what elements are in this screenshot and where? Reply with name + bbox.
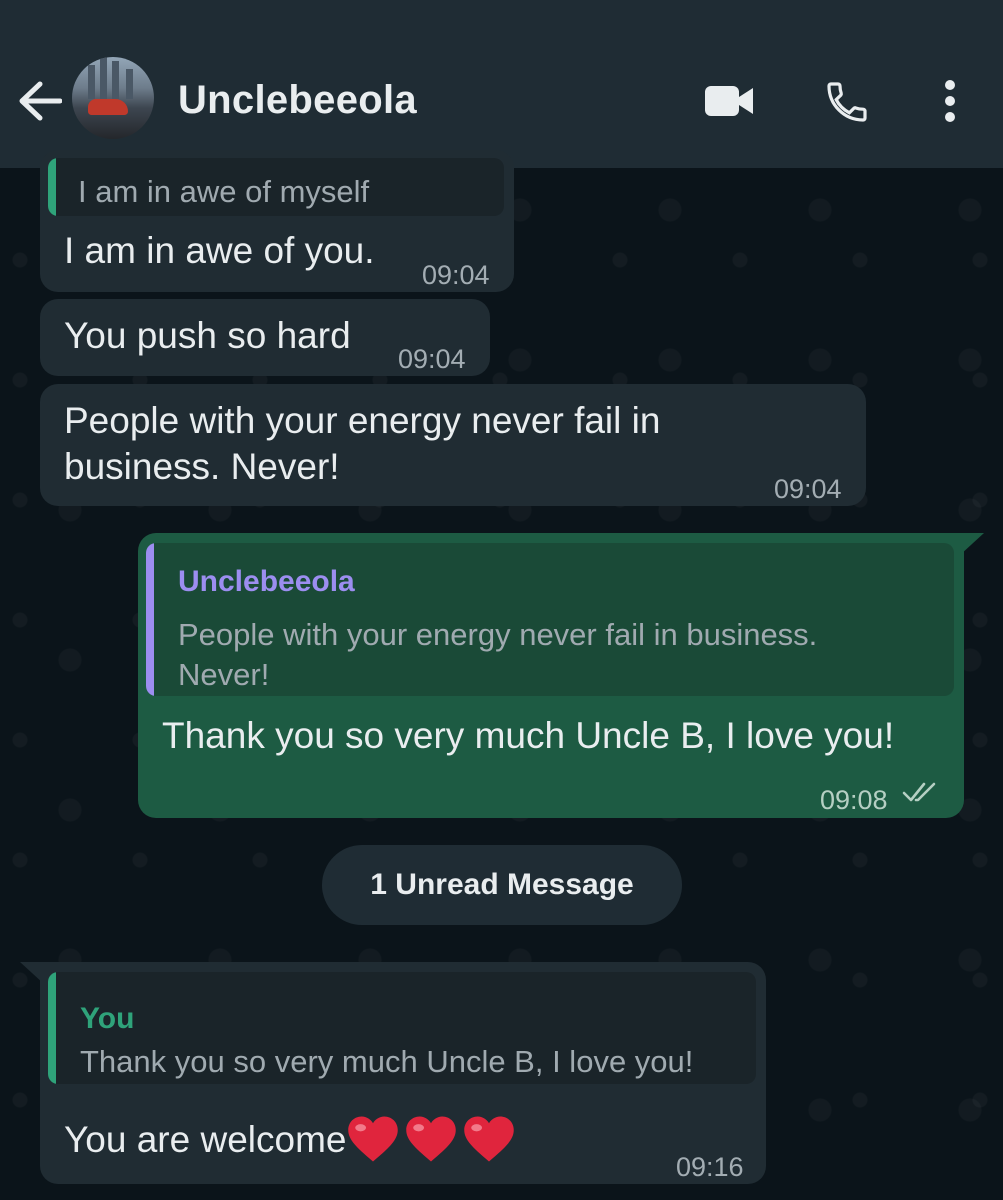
message-time: 09:16 [676, 1152, 744, 1182]
more-options-button[interactable] [934, 78, 966, 124]
message-text-line-2: business. Never! [64, 446, 340, 487]
message-text: You are welcome [64, 1110, 518, 1163]
quote-text-line-1: People with your energy never fail in bu… [178, 617, 818, 652]
message-text: Thank you so very much Uncle B, I love y… [162, 715, 895, 756]
quote-bar [48, 158, 56, 216]
message-time: 09:08 [820, 785, 888, 815]
unread-divider: 1 Unread Message [322, 845, 682, 925]
quoted-message[interactable]: Unclebeeola People with your energy neve… [146, 543, 954, 696]
quoted-message[interactable]: You Thank you so very much Uncle B, I lo… [48, 972, 756, 1084]
heart-emoji-icon [348, 1116, 399, 1162]
video-call-icon [705, 86, 753, 116]
quote-author: Unclebeeola [178, 565, 355, 598]
message-text: I am in awe of you. [64, 230, 375, 271]
contact-name[interactable]: Unclebeeola [178, 78, 417, 123]
message-text-content: You are welcome [64, 1119, 347, 1160]
voice-call-icon [827, 82, 867, 122]
quoted-message[interactable]: I am in awe of myself [48, 158, 504, 216]
bubble-tail [960, 533, 984, 555]
message-bubble-incoming[interactable]: People with your energy never fail in bu… [40, 384, 866, 506]
quote-bar [48, 972, 56, 1084]
back-arrow-icon [19, 81, 63, 121]
more-options-icon [945, 80, 955, 122]
message-bubble-incoming[interactable]: You Thank you so very much Uncle B, I lo… [20, 962, 766, 1184]
message-bubble-outgoing[interactable]: Unclebeeola People with your energy neve… [138, 533, 984, 818]
quote-text: I am in awe of myself [78, 174, 370, 209]
heart-emoji-icon [406, 1116, 457, 1162]
message-text-line-1: People with your energy never fail in [64, 400, 661, 441]
quote-bar [146, 543, 154, 696]
bubble-tail [20, 962, 44, 984]
message-time: 09:04 [774, 474, 842, 504]
avatar[interactable] [72, 57, 154, 139]
voice-call-button[interactable] [823, 78, 871, 126]
heart-emoji-group [346, 1110, 518, 1162]
back-button[interactable] [18, 80, 63, 122]
heart-emoji-icon [464, 1116, 515, 1162]
message-time: 09:04 [398, 344, 466, 374]
car-image [88, 99, 128, 115]
quote-text-line-2: Never! [178, 657, 270, 692]
video-call-button[interactable] [703, 82, 755, 120]
message-bubble-incoming[interactable]: I am in awe of myself I am in awe of you… [40, 150, 514, 292]
double-check-icon [902, 782, 936, 802]
message-text: You push so hard [64, 315, 351, 356]
message-bubble-incoming[interactable]: You push so hard 09:04 [40, 299, 490, 376]
quote-author: You [80, 1002, 135, 1035]
chat-header: Unclebeeola [0, 0, 1003, 168]
message-time: 09:04 [422, 260, 490, 290]
quote-text: Thank you so very much Uncle B, I love y… [80, 1044, 694, 1079]
